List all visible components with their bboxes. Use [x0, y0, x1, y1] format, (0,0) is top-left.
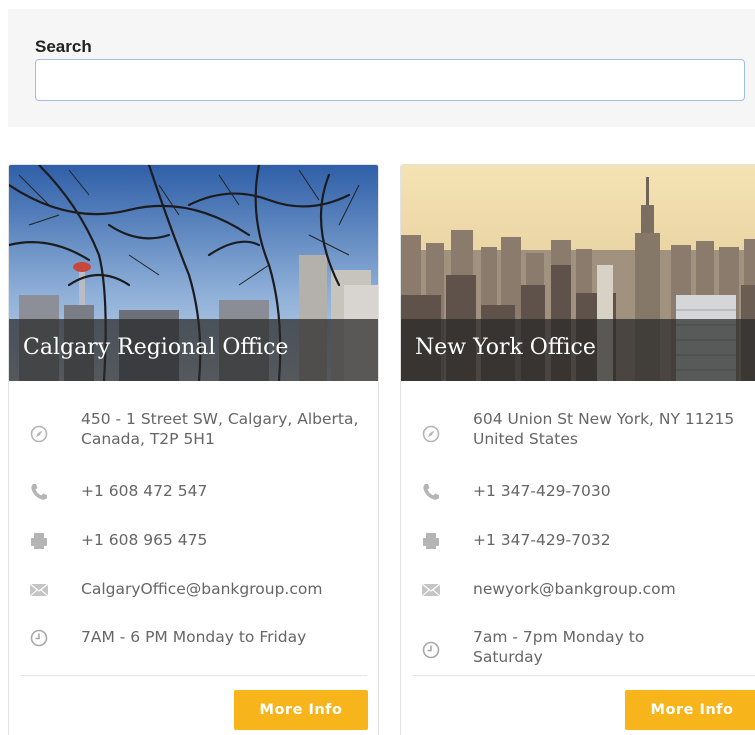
- office-card-calgary: Calgary Regional Office 450 - 1 Street S…: [8, 164, 379, 735]
- office-title: New York Office: [415, 335, 596, 360]
- envelope-icon: [419, 578, 443, 602]
- office-hours: 7AM - 6 PM Monday to Friday: [81, 628, 307, 646]
- office-phone[interactable]: +1 347-429-7030: [473, 481, 753, 501]
- envelope-icon: [27, 578, 51, 602]
- search-panel: Search: [8, 9, 755, 127]
- office-address: 450 - 1 Street SW, Calgary, Alberta, Can…: [81, 410, 359, 448]
- search-input[interactable]: [35, 59, 745, 101]
- office-image-calgary: Calgary Regional Office: [9, 165, 378, 381]
- office-card-new-york: New York Office 604 Union St New York, N…: [400, 164, 755, 735]
- clock-icon: [419, 638, 443, 662]
- search-label: Search: [35, 37, 92, 56]
- card-divider: [21, 675, 367, 676]
- card-title-bar: Calgary Regional Office: [9, 319, 378, 381]
- more-info-button[interactable]: More Info: [625, 690, 755, 730]
- office-fax: +1 608 965 475: [81, 531, 208, 549]
- office-phone[interactable]: +1 608 472 547: [81, 481, 361, 501]
- phone-icon: [27, 480, 51, 504]
- office-hours: 7am - 7pm Monday to Saturday: [473, 628, 645, 666]
- compass-icon: [419, 422, 443, 446]
- office-address: 604 Union St New York, NY 11215 United S…: [473, 410, 735, 448]
- office-email[interactable]: CalgaryOffice@bankgroup.com: [81, 579, 361, 599]
- card-divider: [413, 675, 755, 676]
- office-image-new-york: New York Office: [401, 165, 755, 381]
- office-fax: +1 347-429-7032: [473, 531, 611, 549]
- office-title: Calgary Regional Office: [23, 335, 289, 360]
- office-email[interactable]: newyork@bankgroup.com: [473, 579, 753, 599]
- compass-icon: [27, 422, 51, 446]
- fax-icon: [27, 529, 51, 553]
- card-title-bar: New York Office: [401, 319, 755, 381]
- clock-icon: [27, 626, 51, 650]
- fax-icon: [419, 529, 443, 553]
- phone-icon: [419, 480, 443, 504]
- more-info-button[interactable]: More Info: [234, 690, 368, 730]
